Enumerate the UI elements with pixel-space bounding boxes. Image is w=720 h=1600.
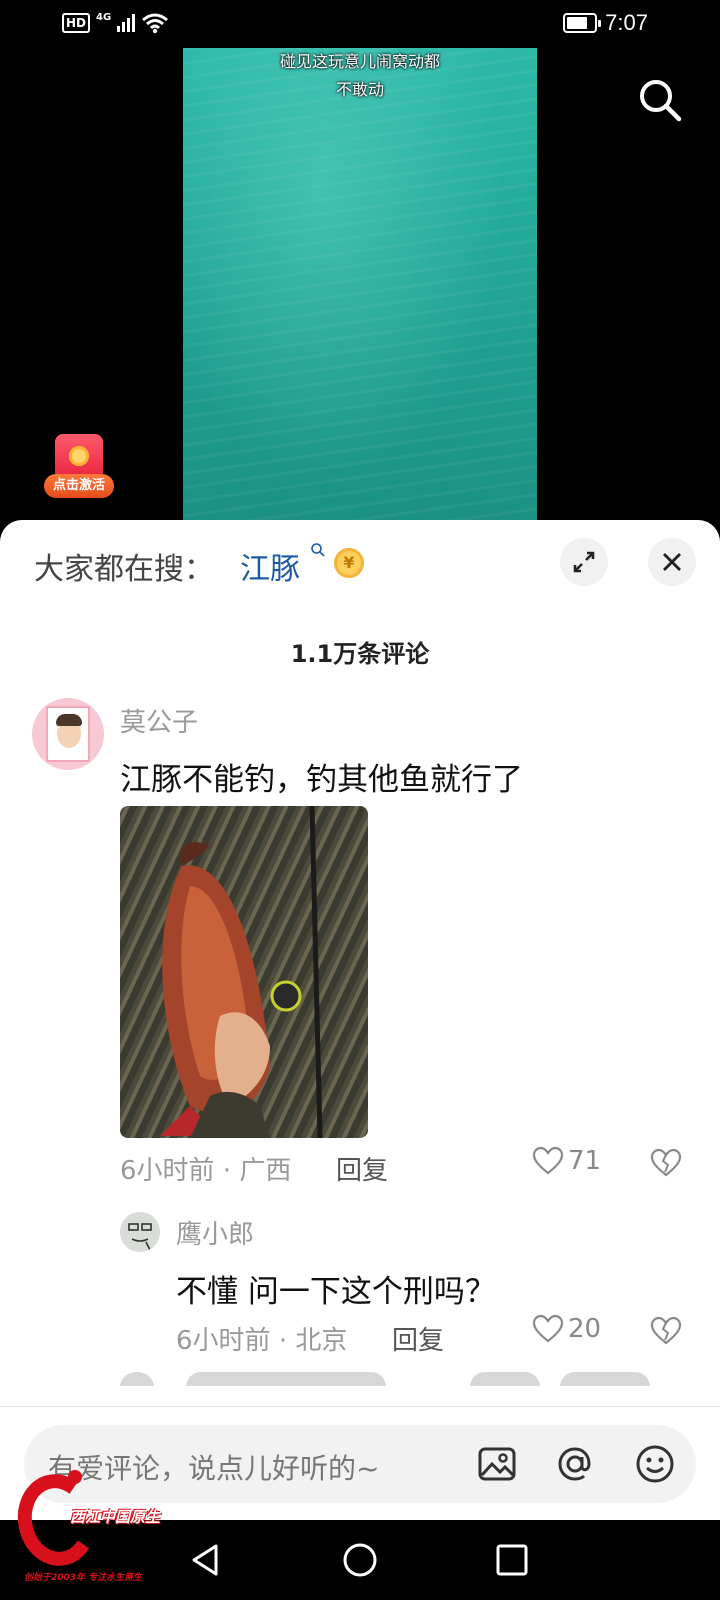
video-caption: 碰见这玩意儿闹窝动都 不敢动 [183, 48, 537, 104]
hot-search-prefix: 大家都在搜： [34, 552, 214, 587]
signal-icon [117, 14, 136, 32]
dislike-broken-heart-icon[interactable] [650, 1316, 682, 1346]
fish-photo [160, 806, 323, 1138]
watermark-title: 西江中国原生 [70, 1508, 161, 1526]
hot-search-term-link[interactable]: 江豚 [240, 544, 300, 588]
watermark-tagline: 创始于2003年 专注水生原生 [24, 1573, 143, 1583]
like-count: 71 [568, 1146, 602, 1176]
heart-icon [532, 1146, 564, 1175]
like-count: 20 [568, 1314, 602, 1344]
comment-text[interactable]: 江豚不能钓，钓其他鱼就行了 [120, 754, 523, 799]
avatar[interactable] [32, 698, 104, 770]
emoji-icon[interactable] [634, 1443, 676, 1485]
reply-button[interactable]: 回复 [336, 1150, 388, 1187]
caption-line-2: 不敢动 [335, 80, 384, 99]
network-type: 4G [96, 11, 112, 23]
sheet-header: 大家都在搜： 江豚 ¥ [0, 520, 720, 604]
clock: 7:07 [605, 10, 648, 35]
comment-count-title: 1.1万条评论 [290, 640, 430, 668]
next-comment-preview [120, 1366, 660, 1386]
close-button[interactable] [648, 538, 696, 586]
battery-icon [563, 13, 602, 33]
video-frame[interactable]: 碰见这玩意儿闹窝动都 不敢动 [183, 48, 537, 528]
image-icon[interactable] [476, 1443, 518, 1485]
mention-at-icon[interactable] [554, 1443, 596, 1485]
close-icon [663, 553, 681, 571]
status-left: HD 4G [62, 12, 169, 34]
recent-apps-icon[interactable] [490, 1538, 534, 1582]
like-button[interactable]: 20 [532, 1314, 601, 1344]
hd-badge: HD [62, 13, 91, 33]
expand-icon [573, 551, 595, 573]
search-icon[interactable] [636, 76, 684, 124]
caption-line-1: 碰见这玩意儿闹窝动都 [279, 52, 440, 71]
video-player[interactable]: 碰见这玩意儿闹窝动都 不敢动 点击激活 [0, 48, 720, 528]
avatar[interactable] [120, 1212, 160, 1252]
expand-button[interactable] [560, 538, 608, 586]
status-bar: HD 4G 7:07 [0, 0, 720, 48]
coin-icon: ¥ [334, 548, 364, 578]
home-icon[interactable] [338, 1538, 382, 1582]
watermark-logo: 西江中国原生 创始于2003年 专注水生原生 [10, 1467, 164, 1586]
small-search-icon [311, 543, 325, 557]
wifi-icon [142, 13, 169, 34]
comment-meta: 6小时前 · 广西 [120, 1156, 292, 1186]
comment-image[interactable] [120, 806, 368, 1138]
comment-username[interactable]: 莫公子 [120, 702, 198, 739]
heart-icon [532, 1314, 564, 1343]
activate-label: 点击激活 [44, 474, 114, 498]
comment-text[interactable]: 不懂 问一下这个刑吗？ [176, 1266, 496, 1311]
like-button[interactable]: 71 [532, 1146, 601, 1176]
avatar-sketch [120, 1212, 160, 1252]
comment-username[interactable]: 鹰小郎 [176, 1214, 254, 1251]
status-right: 7:07 [563, 10, 648, 36]
red-packet-activate-button[interactable]: 点击激活 [44, 434, 114, 504]
reply-button[interactable]: 回复 [392, 1320, 444, 1357]
back-icon[interactable] [184, 1538, 228, 1582]
comment-sheet: 大家都在搜： 江豚 ¥ 1.1万条评论 莫公子 江豚不能钓，钓其他鱼就行了 6小… [0, 520, 720, 1520]
comment-meta: 6小时前 · 北京 [176, 1326, 348, 1356]
dislike-broken-heart-icon[interactable] [650, 1148, 682, 1178]
